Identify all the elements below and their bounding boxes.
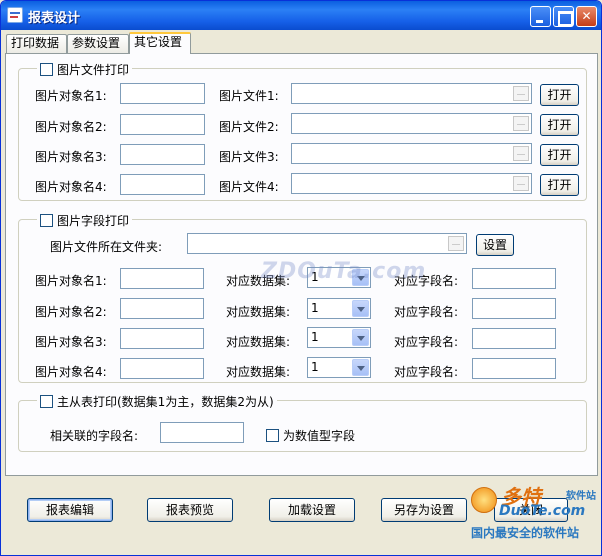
image-field-checkbox[interactable] bbox=[40, 214, 53, 227]
save-settings-as-button[interactable]: 另存为设置 bbox=[381, 498, 467, 522]
window-title: 报表设计 bbox=[28, 11, 81, 26]
field-row2-field-label: 对应字段名: bbox=[394, 305, 459, 319]
field-row4-name-label: 图片对象名4: bbox=[35, 365, 107, 379]
row2-open-button[interactable]: 打开 bbox=[540, 114, 579, 136]
watermark-slogan: 国内最安全的软件站 bbox=[471, 526, 580, 540]
numeric-field-option: 为数值型字段 bbox=[266, 427, 355, 444]
tab-other-settings[interactable]: 其它设置 bbox=[129, 32, 191, 54]
field-row3-name-label: 图片对象名3: bbox=[35, 335, 107, 349]
row2-name-label: 图片对象名2: bbox=[35, 120, 107, 134]
field-row3-field-label: 对应字段名: bbox=[394, 335, 459, 349]
image-file-legend: 图片文件打印 bbox=[37, 61, 133, 78]
watermark-domain: DuoTe.com bbox=[499, 503, 586, 519]
field-row4-dataset-label: 对应数据集: bbox=[226, 365, 291, 379]
maximize-button[interactable] bbox=[553, 6, 574, 27]
site-logo-icon bbox=[471, 487, 497, 513]
row2-name-input[interactable] bbox=[120, 114, 205, 135]
preview-report-button[interactable]: 报表预览 bbox=[147, 498, 233, 522]
row2-file-label: 图片文件2: bbox=[219, 120, 279, 134]
field-row2-name-input[interactable] bbox=[120, 298, 204, 319]
field-row3-dataset-select[interactable]: 1 bbox=[307, 327, 371, 348]
row4-open-button[interactable]: 打开 bbox=[540, 174, 579, 196]
minimize-button[interactable] bbox=[530, 6, 551, 27]
field-row2-dataset-label: 对应数据集: bbox=[226, 305, 291, 319]
linked-field-label: 相关联的字段名: bbox=[50, 429, 139, 443]
row2-file-input[interactable] bbox=[291, 113, 532, 134]
title-bar[interactable]: 报表设计 ✕ bbox=[1, 1, 601, 30]
folder-settings-button[interactable]: 设置 bbox=[476, 234, 514, 256]
master-detail-legend: 主从表打印(数据集1为主，数据集2为从) bbox=[37, 393, 277, 410]
field-row4-name-input[interactable] bbox=[120, 358, 204, 379]
watermark-site-tag: 软件站 bbox=[566, 491, 596, 502]
numeric-field-label: 为数值型字段 bbox=[283, 429, 356, 443]
master-detail-checkbox[interactable] bbox=[40, 395, 53, 408]
site-watermark: 多特 软件站 DuoTe.com 国内最安全的软件站 bbox=[471, 479, 601, 555]
field-row3-dataset-value: 1 bbox=[311, 330, 319, 344]
field-row2-field-input[interactable] bbox=[472, 298, 556, 319]
load-settings-button[interactable]: 加载设置 bbox=[269, 498, 355, 522]
row4-file-spin bbox=[513, 176, 529, 191]
row1-name-input[interactable] bbox=[120, 83, 205, 104]
image-file-checkbox[interactable] bbox=[40, 63, 53, 76]
field-row3-field-input[interactable] bbox=[472, 328, 556, 349]
master-detail-group: 主从表打印(数据集1为主，数据集2为从) 相关联的字段名: 为数值型字段 bbox=[18, 393, 587, 452]
row1-file-label: 图片文件1: bbox=[219, 89, 279, 103]
image-field-legend-label: 图片字段打印 bbox=[57, 214, 130, 228]
row1-name-label: 图片对象名1: bbox=[35, 89, 107, 103]
tab-print-data[interactable]: 打印数据 bbox=[6, 34, 67, 53]
image-field-group: 图片字段打印 图片文件所在文件夹: 设置 图片对象名1: 对应数据集: 1 对应… bbox=[18, 212, 587, 383]
close-window-button[interactable]: ✕ bbox=[576, 6, 597, 27]
image-file-legend-label: 图片文件打印 bbox=[57, 63, 130, 77]
app-icon bbox=[7, 7, 23, 23]
field-row2-dataset-select[interactable]: 1 bbox=[307, 298, 371, 319]
row4-name-input[interactable] bbox=[120, 174, 205, 195]
field-row1-name-label: 图片对象名1: bbox=[35, 274, 107, 288]
row1-file-spin bbox=[513, 86, 529, 101]
field-row4-field-input[interactable] bbox=[472, 358, 556, 379]
row4-file-input[interactable] bbox=[291, 173, 532, 194]
field-row2-name-label: 图片对象名2: bbox=[35, 305, 107, 319]
report-design-window: 报表设计 ✕ 打印数据 参数设置 其它设置 图片文件打印 图片对象名1: 图片文… bbox=[0, 0, 602, 556]
folder-input[interactable] bbox=[187, 233, 467, 254]
field-row4-dataset-value: 1 bbox=[311, 360, 319, 374]
row3-name-label: 图片对象名3: bbox=[35, 150, 107, 164]
tab-params[interactable]: 参数设置 bbox=[67, 34, 129, 53]
field-row3-dataset-label: 对应数据集: bbox=[226, 335, 291, 349]
row4-file-label: 图片文件4: bbox=[219, 180, 279, 194]
field-row4-field-label: 对应字段名: bbox=[394, 365, 459, 379]
folder-label: 图片文件所在文件夹: bbox=[50, 240, 163, 254]
row3-name-input[interactable] bbox=[120, 144, 205, 165]
edit-report-button[interactable]: 报表编辑 bbox=[27, 498, 113, 522]
chevron-down-icon[interactable] bbox=[352, 329, 369, 346]
field-row1-name-input[interactable] bbox=[120, 268, 204, 289]
row3-file-input[interactable] bbox=[291, 143, 532, 164]
field-row2-dataset-value: 1 bbox=[311, 301, 319, 315]
chevron-down-icon[interactable] bbox=[352, 359, 369, 376]
tab-panel: 图片文件打印 图片对象名1: 图片文件1: 打开 图片对象名2: 图片文件2: … bbox=[5, 53, 598, 476]
image-field-legend: 图片字段打印 bbox=[37, 212, 133, 229]
row3-open-button[interactable]: 打开 bbox=[540, 144, 579, 166]
row2-file-spin bbox=[513, 116, 529, 131]
folder-spin bbox=[448, 236, 464, 251]
field-row1-field-input[interactable] bbox=[472, 268, 556, 289]
chevron-down-icon[interactable] bbox=[352, 300, 369, 317]
field-row4-dataset-select[interactable]: 1 bbox=[307, 357, 371, 378]
field-row3-name-input[interactable] bbox=[120, 328, 204, 349]
center-watermark: ZDOuTa.com bbox=[261, 259, 427, 284]
image-file-group: 图片文件打印 图片对象名1: 图片文件1: 打开 图片对象名2: 图片文件2: … bbox=[18, 61, 587, 201]
numeric-field-checkbox[interactable] bbox=[266, 429, 279, 442]
row3-file-spin bbox=[513, 146, 529, 161]
row4-name-label: 图片对象名4: bbox=[35, 180, 107, 194]
row3-file-label: 图片文件3: bbox=[219, 150, 279, 164]
row1-open-button[interactable]: 打开 bbox=[540, 84, 579, 106]
row1-file-input[interactable] bbox=[291, 83, 532, 104]
master-detail-legend-label: 主从表打印(数据集1为主，数据集2为从) bbox=[57, 395, 274, 409]
linked-field-input[interactable] bbox=[160, 422, 244, 443]
